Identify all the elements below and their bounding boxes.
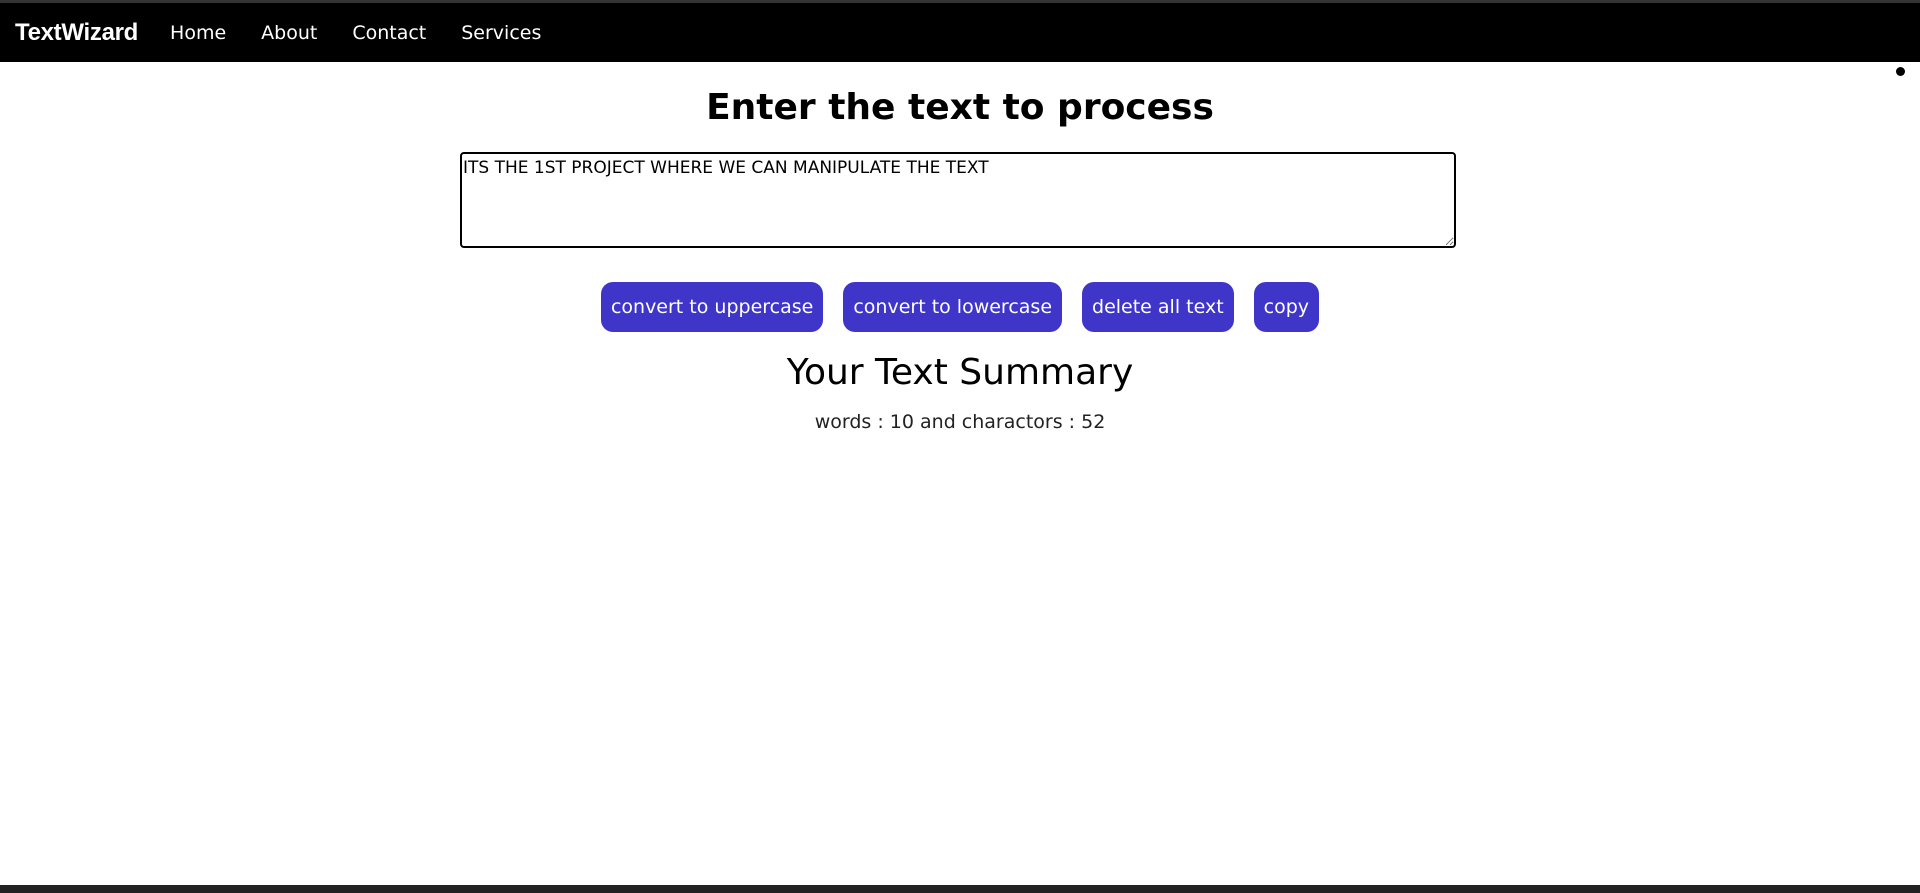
nav-links: Home About Contact Services [170, 22, 576, 44]
nav-link-home[interactable]: Home [170, 22, 226, 44]
page-title: Enter the text to process [706, 87, 1214, 128]
brand-logo[interactable]: TextWizard [15, 19, 138, 47]
text-input[interactable]: ITS THE 1ST PROJECT WHERE WE CAN MANIPUL… [460, 152, 1456, 248]
action-buttons: convert to uppercase convert to lowercas… [0, 282, 1920, 332]
window-bottom-edge [0, 885, 1920, 893]
cursor-dot-icon [1896, 67, 1905, 76]
summary-title: Your Text Summary [786, 352, 1134, 393]
summary-stats: words : 10 and charactors : 52 [814, 411, 1106, 433]
uppercase-button[interactable]: convert to uppercase [600, 282, 824, 332]
nav-link-services[interactable]: Services [461, 22, 541, 44]
nav-link-contact[interactable]: Contact [352, 22, 426, 44]
nav-link-about[interactable]: About [261, 22, 317, 44]
lowercase-button[interactable]: convert to lowercase [843, 282, 1063, 332]
copy-button[interactable]: copy [1253, 282, 1320, 332]
navbar: TextWizard Home About Contact Services [0, 3, 1920, 62]
clear-text-button[interactable]: delete all text [1082, 282, 1234, 332]
